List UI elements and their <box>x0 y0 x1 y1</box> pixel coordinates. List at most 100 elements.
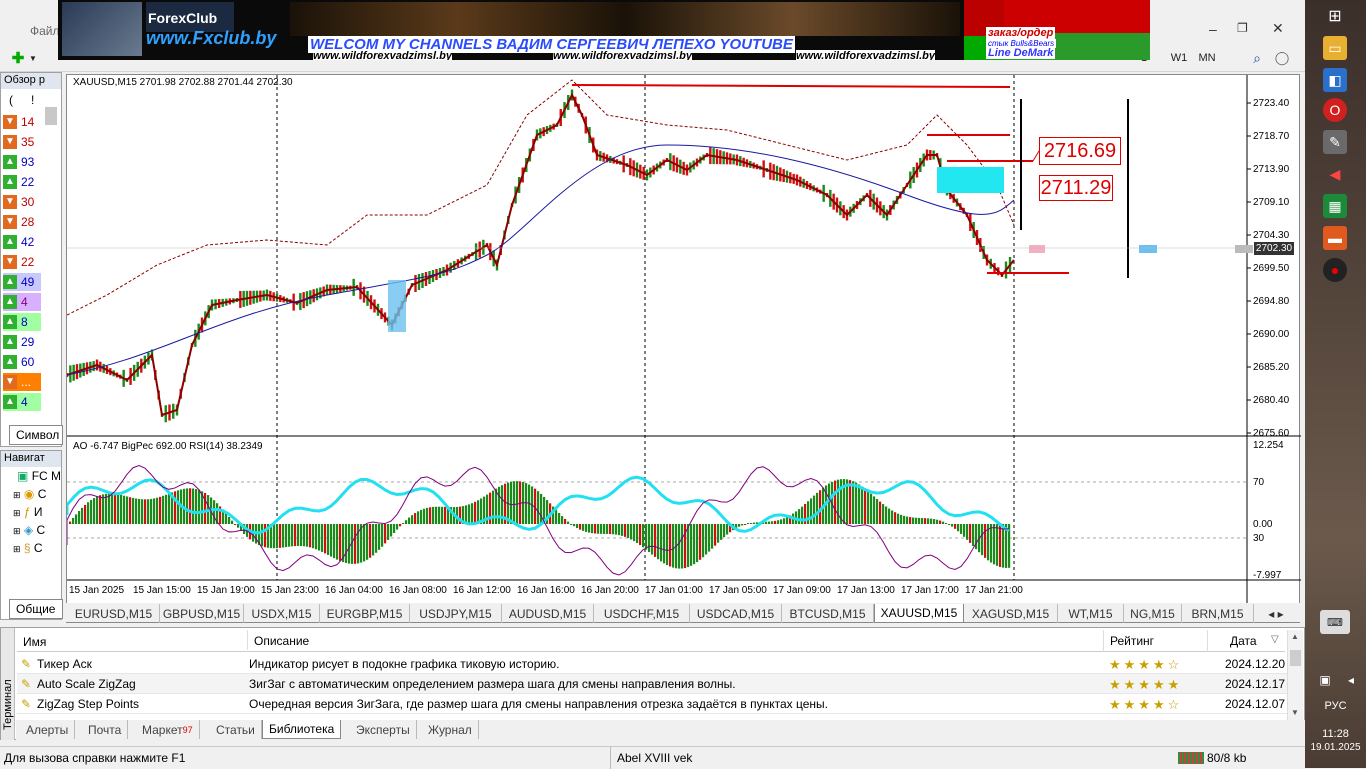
ao-bar <box>660 524 663 562</box>
banner-url-2: www.wildforexvadzimsl.by <box>553 50 692 60</box>
maximize-button[interactable]: ❐ <box>1237 21 1248 35</box>
navigator-item-indicators[interactable]: ⊞ ƒ И <box>13 505 43 519</box>
clock-date[interactable]: 19.01.2025 <box>1305 742 1366 753</box>
file-explorer-icon[interactable]: ▭ <box>1323 36 1347 60</box>
chart-tab[interactable]: AUDUSD,M15 <box>502 604 594 623</box>
ao-bar <box>945 523 948 524</box>
col-name[interactable]: Имя <box>23 635 46 649</box>
market-watch-value: 22 <box>21 175 35 189</box>
terminal-tab[interactable]: Статьи <box>210 720 262 739</box>
minimize-button[interactable]: – <box>1209 21 1217 37</box>
market-watch-row[interactable]: ▲ 29 <box>3 333 41 351</box>
chart-tab[interactable]: USDCAD,M15 <box>690 604 782 623</box>
tab-symbols[interactable]: Символ <box>9 425 63 445</box>
search-icon[interactable]: ⌕ <box>1246 48 1268 68</box>
sort-icon[interactable]: ▽ <box>1271 634 1279 645</box>
ao-bar <box>477 500 480 524</box>
ao-bar <box>591 524 594 534</box>
market-watch-row[interactable]: ▼... <box>3 373 41 391</box>
market-watch-row[interactable]: ▼ 35 <box>3 133 41 151</box>
market-watch-row[interactable]: ▼ 14 <box>3 113 41 131</box>
market-watch-row[interactable]: ▲ 4 <box>3 293 41 311</box>
library-row[interactable]: ✎ Auto Scale ZigZag ЗигЗаг с автоматически… <box>17 674 1287 694</box>
library-row[interactable]: ✎ Тикер Аск Индикатор рисует в подокне гра… <box>17 654 1287 674</box>
library-row[interactable]: ✎ ZigZag Step Points Очередная версия ЗигЗ… <box>17 694 1287 714</box>
navigator-item-scripts[interactable]: ⊞ § С <box>13 541 43 555</box>
market-watch-row[interactable]: ▼ 22 <box>3 253 41 271</box>
opera-icon[interactable]: O <box>1323 98 1347 122</box>
price-tick: 2723.40 <box>1253 98 1290 109</box>
market-watch-row[interactable]: ▲ 4 <box>3 393 41 411</box>
chart-tab[interactable]: WT,M15 <box>1058 604 1124 623</box>
close-button[interactable]: ✕ <box>1272 20 1284 37</box>
navigator-root[interactable]: ▣ FC M <box>17 469 61 483</box>
menu-file[interactable]: Файл <box>30 24 60 38</box>
chart-tab[interactable]: USDJPY,M15 <box>410 604 502 623</box>
tab-scroll-arrows[interactable]: ◂ ▸ <box>1256 604 1296 623</box>
chart-tab[interactable]: BRN,M15 <box>1182 604 1254 623</box>
market-watch-row[interactable]: ▼ 28 <box>3 213 41 231</box>
chevron-down-icon[interactable]: ▼ <box>28 48 38 68</box>
ao-bar <box>168 493 171 524</box>
clock-time[interactable]: 11:28 <box>1305 728 1366 740</box>
tf-mn[interactable]: MN <box>1194 48 1220 68</box>
banner-ad[interactable]: ForexClub www.Fxclub.by WELCOM MY CHANNE… <box>58 0 1150 60</box>
scrollbar-thumb[interactable] <box>45 107 57 125</box>
keyboard-icon[interactable]: ⌨ <box>1320 610 1350 634</box>
app-icon[interactable]: ◧ <box>1323 68 1347 92</box>
market-watch-row[interactable]: ▲ 22 <box>3 173 41 191</box>
chart-tab[interactable]: EURUSD,M15 <box>68 604 160 623</box>
col-desc[interactable]: Описание <box>247 630 309 650</box>
tab-common[interactable]: Общие <box>9 599 63 619</box>
arrow-up-icon: ▲ <box>3 395 17 409</box>
speaker-icon[interactable]: ◀ <box>1323 162 1347 186</box>
chart-tab[interactable]: XAUUSD,M15 <box>874 604 964 623</box>
library-scrollbar[interactable]: ▲ ▼ <box>1287 630 1303 722</box>
market-watch-row[interactable]: ▼ 30 <box>3 193 41 211</box>
col-date[interactable]: Дата <box>1207 630 1257 652</box>
market-watch-row[interactable]: ▲ 49 <box>3 273 41 291</box>
chart-tab[interactable]: GBPUSD,M15 <box>160 604 244 623</box>
volume-icon[interactable]: ◂ <box>1339 668 1363 692</box>
terminal-tab[interactable]: Журнал <box>422 720 479 739</box>
ao-bar <box>411 515 414 524</box>
powerpoint-icon[interactable]: ▬ <box>1323 226 1347 250</box>
chart-tab[interactable]: EURGBP,M15 <box>320 604 410 623</box>
terminal-tab[interactable]: Алерты <box>20 720 76 739</box>
paint-icon[interactable]: ✎ <box>1323 130 1347 154</box>
ao-bar <box>993 524 996 565</box>
chart-window[interactable]: 2723.40 2718.70 2713.90 2709.10 2704.30 2699.… <box>66 74 1301 605</box>
navigator-item-experts[interactable]: ⊞ ◈ С <box>13 523 45 537</box>
column-header[interactable]: ! <box>31 93 34 107</box>
chart-tab[interactable]: USDCHF,M15 <box>594 604 690 623</box>
market-watch-row[interactable]: ▲ 60 <box>3 353 41 371</box>
language-indicator[interactable]: РУС <box>1305 700 1366 712</box>
windows-start-icon[interactable]: ⊞ <box>1323 4 1347 28</box>
record-icon[interactable]: ● <box>1323 258 1347 282</box>
col-rating[interactable]: Рейтинг <box>1103 630 1154 652</box>
terminal-tab[interactable]: Почта <box>82 720 129 739</box>
new-chart-icon[interactable]: ✚ <box>8 48 28 68</box>
chart-tab[interactable]: XAGUSD,M15 <box>964 604 1058 623</box>
chart-tab[interactable]: BTCUSD,M15 <box>782 604 874 623</box>
market-watch-row[interactable]: ▲ 93 <box>3 153 41 171</box>
calculator-icon[interactable]: ▦ <box>1323 194 1347 218</box>
ao-bar <box>834 480 837 524</box>
column-header[interactable]: ( <box>9 93 13 107</box>
terminal-tab[interactable]: Эксперты <box>350 720 417 739</box>
terminal-tab[interactable]: Библиотека <box>262 720 342 739</box>
network-icon[interactable]: ▣ <box>1313 668 1337 692</box>
ao-bar <box>873 496 876 524</box>
terminal-tab[interactable]: Маркет 97 <box>136 720 200 739</box>
chat-icon[interactable]: ◯ <box>1272 48 1292 68</box>
tf-w1[interactable]: W1 <box>1166 48 1192 68</box>
market-watch-row[interactable]: ▲ 8 <box>3 313 41 331</box>
chart-tab[interactable]: USDX,M15 <box>244 604 320 623</box>
navigator-item-accounts[interactable]: ⊞ ◉ С <box>13 487 46 501</box>
chart-tab[interactable]: NG,M15 <box>1124 604 1182 623</box>
ao-bar <box>69 521 72 524</box>
market-watch-row[interactable]: ▲ 42 <box>3 233 41 251</box>
ao-bar <box>516 481 519 524</box>
ao-bar <box>111 493 114 524</box>
price-tick: 2690.00 <box>1253 329 1290 340</box>
